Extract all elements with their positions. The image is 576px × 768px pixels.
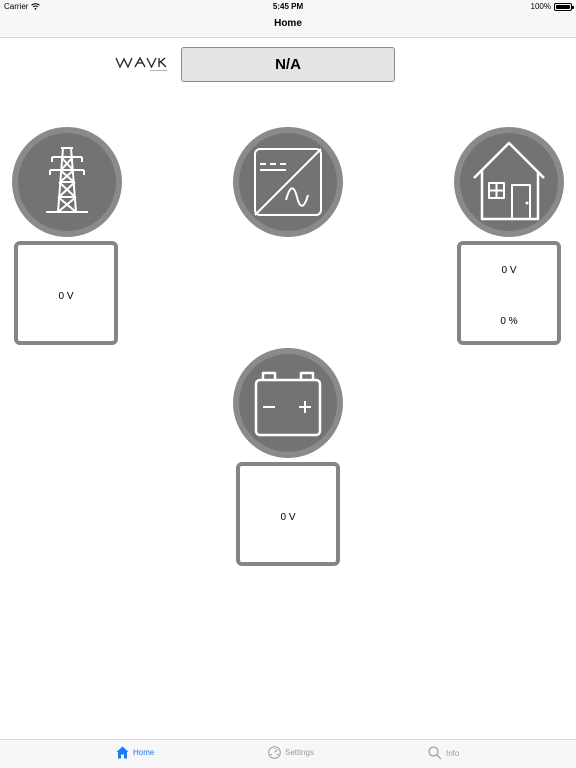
gauge-icon (268, 746, 281, 759)
inverter-icon (254, 148, 322, 216)
page-title: Home (274, 18, 302, 29)
device-status-box: N/A (181, 47, 395, 82)
grid-voltage: 0 V (58, 291, 74, 302)
battery-icon (554, 2, 574, 11)
navigation-bar: Home (0, 13, 576, 38)
battery-voltage: 0 V (280, 512, 296, 523)
load-value-box: 0 V 0 % (457, 241, 561, 345)
grid-node[interactable] (12, 127, 122, 237)
battery-status: 100% (530, 2, 574, 11)
transmission-tower-icon (46, 147, 88, 213)
tab-settings-label: Settings (285, 748, 314, 757)
tab-home-label: Home (133, 748, 155, 757)
device-status-value: N/A (275, 56, 301, 73)
wave-logo (115, 56, 167, 71)
battery-node[interactable] (233, 348, 343, 458)
house-load-icon (473, 141, 545, 221)
battery-value-box: 0 V (236, 462, 340, 566)
grid-value-box: 0 V (14, 241, 118, 345)
tab-home[interactable]: Home (116, 746, 154, 759)
load-percent: 0 % (500, 316, 518, 327)
load-voltage: 0 V (501, 265, 517, 276)
status-bar: Carrier 5:45 PM 100% (0, 0, 576, 13)
load-node[interactable] (454, 127, 564, 237)
battery-percent: 100% (530, 2, 551, 11)
tab-info-label: Info (446, 748, 460, 758)
house-icon (116, 746, 129, 759)
car-battery-icon (254, 371, 322, 437)
inverter-node[interactable] (233, 127, 343, 237)
tab-settings[interactable]: Settings (268, 746, 314, 759)
tab-bar: Home Settings Info (0, 739, 576, 768)
clock: 5:45 PM (272, 2, 304, 11)
tab-info[interactable]: Info (428, 746, 459, 760)
search-icon (428, 746, 442, 760)
